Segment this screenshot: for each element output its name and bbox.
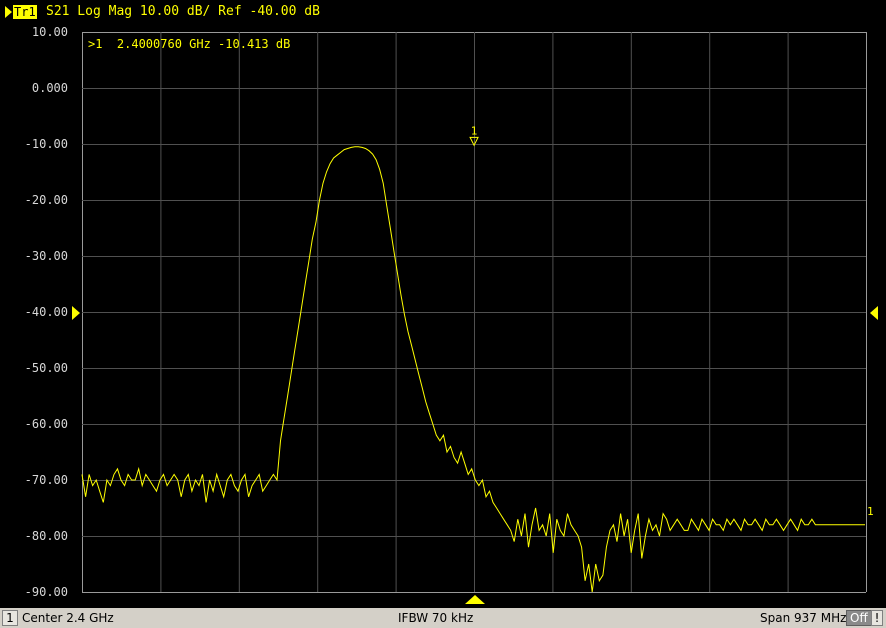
trace-end-label: 1 [867, 505, 874, 518]
y-tick-label: -40.00 [25, 305, 68, 319]
center-frequency[interactable]: Center 2.4 GHz [22, 611, 114, 625]
ref-level-arrow-left-icon[interactable] [72, 306, 80, 320]
status-bar: 1 Center 2.4 GHz IFBW 70 kHz Span 937 MH… [0, 608, 886, 628]
plot-area[interactable]: 10.00 0.000 -10.00 -20.00 -30.00 -40.00 -50.00… [0, 0, 886, 608]
y-tick-label: 10.00 [32, 25, 68, 39]
y-tick-label: -30.00 [25, 249, 68, 263]
grid [82, 32, 867, 593]
ifbw-setting[interactable]: IFBW 70 kHz [398, 611, 473, 625]
y-tick-label: -80.00 [25, 529, 68, 543]
y-tick-label: -20.00 [25, 193, 68, 207]
trace-line [81, 146, 865, 593]
alert-indicator[interactable]: ! [871, 610, 883, 626]
y-tick-label: 0.000 [32, 81, 68, 95]
y-tick-label: -70.00 [25, 473, 68, 487]
off-badge[interactable]: Off [846, 610, 872, 626]
marker-readout: >1 2.4000760 GHz -10.413 dB [88, 37, 290, 51]
y-tick-label: -50.00 [25, 361, 68, 375]
marker-label: 1 [471, 124, 478, 137]
y-axis-ticks: 10.00 0.000 -10.00 -20.00 -30.00 -40.00 -50.00… [25, 25, 68, 599]
y-tick-label: -60.00 [25, 417, 68, 431]
center-marker-triangle-icon[interactable] [465, 595, 485, 604]
channel-number[interactable]: 1 [2, 610, 18, 626]
ref-level-arrow-right-icon[interactable] [870, 306, 878, 320]
y-tick-label: -10.00 [25, 137, 68, 151]
span-setting[interactable]: Span 937 MHz [760, 611, 846, 625]
y-tick-label: -90.00 [25, 585, 68, 599]
